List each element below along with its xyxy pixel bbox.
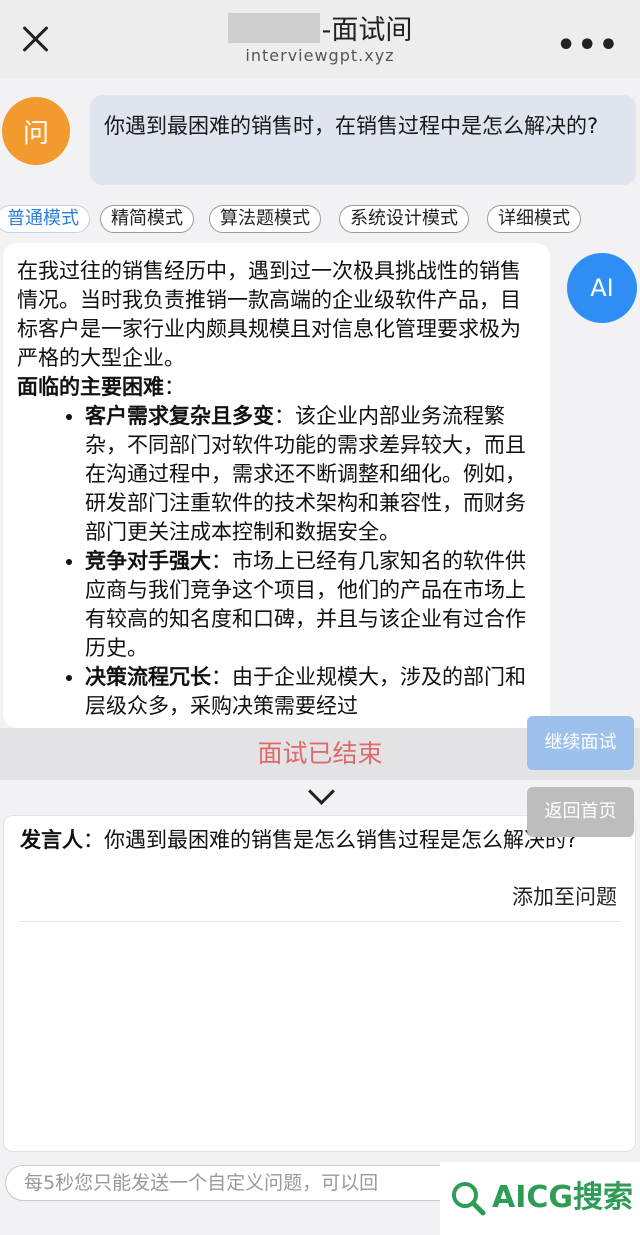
page-title: -面试间 xyxy=(160,8,480,47)
watermark-text: AICG搜索 xyxy=(492,1180,634,1215)
chevron-down-icon[interactable] xyxy=(302,782,338,808)
list-item: 客户需求复杂且多变：该企业内部业务流程繁杂，不同部门对软件功能的需求差异较大，而… xyxy=(85,402,536,547)
answer-heading-colon: ： xyxy=(164,375,185,399)
ai-answer-bubble: 在我过往的销售经历中，遇到过一次极具挑战性的销售情况。当时我负责推销一款高端的企… xyxy=(3,243,550,728)
add-to-questions-link[interactable]: 添加至问题 xyxy=(512,881,617,911)
transcript-entry: 发言人：你遇到最困难的销售是怎么销售过程是怎么解决的? xyxy=(20,826,610,855)
page-title-text: -面试间 xyxy=(321,15,413,46)
answer-heading: 面临的主要困难 xyxy=(17,375,164,399)
divider xyxy=(20,921,620,922)
watermark: AICG搜索 xyxy=(440,1162,640,1235)
point-title: 客户需求复杂且多变 xyxy=(85,404,274,428)
tab-system-design-mode[interactable]: 系统设计模式 xyxy=(339,205,469,233)
list-item: 决策流程冗长：由于企业规模大，涉及的部门和层级众多，采购决策需要经过 xyxy=(85,663,536,721)
point-title: 竞争对手强大 xyxy=(85,549,211,573)
continue-interview-button[interactable]: 继续面试 xyxy=(527,716,634,770)
more-options-icon[interactable]: ••• xyxy=(556,28,620,63)
tab-algorithm-mode[interactable]: 算法题模式 xyxy=(209,205,321,233)
tab-detailed-mode[interactable]: 详细模式 xyxy=(487,205,581,233)
list-item: 竞争对手强大：市场上已经有几家知名的软件供应商与我们竞争这个项目，他们的产品在市… xyxy=(85,547,536,663)
question-bubble: 你遇到最困难的销售时，在销售过程中是怎么解决的? xyxy=(90,95,636,185)
top-bar: -面试间 interviewgpt.xyz ••• xyxy=(0,0,640,78)
answer-points: 客户需求复杂且多变：该企业内部业务流程繁杂，不同部门对软件功能的需求差异较大，而… xyxy=(17,402,536,721)
speaker-text: ：你遇到最困难的销售是怎么销售过程是怎么解决的? xyxy=(83,828,578,852)
mode-tabs: 普通模式 精简模式 算法题模式 系统设计模式 详细模式 xyxy=(0,205,640,235)
ai-avatar: AI xyxy=(567,253,637,323)
speaker-label: 发言人 xyxy=(20,828,83,852)
page-url: interviewgpt.xyz xyxy=(245,46,395,65)
close-icon[interactable] xyxy=(18,22,52,56)
tab-normal-mode[interactable]: 普通模式 xyxy=(0,205,90,233)
question-avatar: 问 xyxy=(2,97,70,165)
transcript-panel: 发言人：你遇到最困难的销售是怎么销售过程是怎么解决的? 添加至问题 xyxy=(3,815,636,1152)
back-home-button[interactable]: 返回首页 xyxy=(527,787,634,837)
magnifier-logo-icon xyxy=(452,1182,486,1216)
answer-intro: 在我过往的销售经历中，遇到过一次极具挑战性的销售情况。当时我负责推销一款高端的企… xyxy=(17,259,521,370)
tab-concise-mode[interactable]: 精简模式 xyxy=(100,205,194,233)
redacted-name-block xyxy=(227,12,320,43)
answer-heading-line: 面临的主要困难： xyxy=(17,373,536,402)
point-title: 决策流程冗长 xyxy=(85,665,211,689)
